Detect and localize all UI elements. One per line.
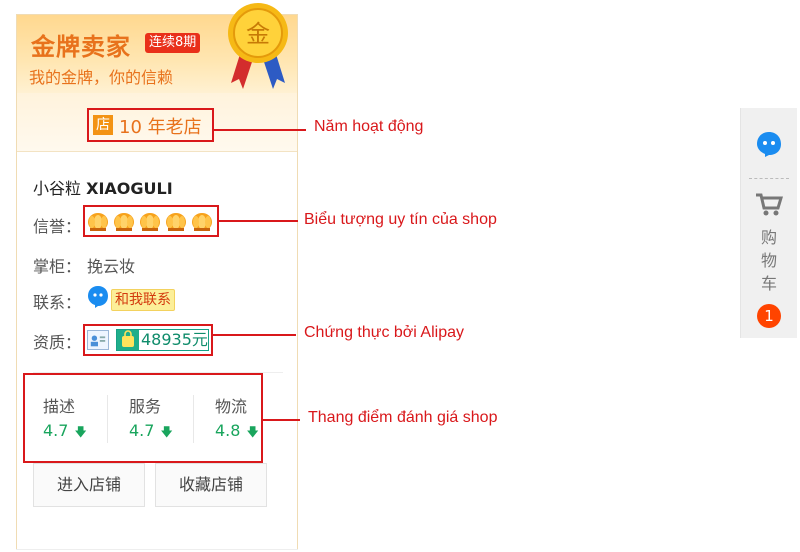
qualification-badges: 48935元 — [83, 324, 213, 356]
annotation-alipay: Chứng thực bởi Alipay — [304, 324, 464, 341]
store-icon: 店 — [93, 115, 113, 135]
cart-label[interactable]: 购 物 车 — [741, 226, 797, 295]
arrow-down-icon: 🡇 — [74, 425, 87, 439]
chat-bubble-icon[interactable] — [755, 130, 783, 158]
gold-medal-icon: 金 — [228, 3, 288, 89]
annotation-line — [212, 334, 296, 336]
rating-name: 描述 — [43, 397, 76, 416]
reputation-label: 信誉： — [33, 217, 82, 236]
crown-icon — [192, 213, 212, 231]
shop-ratings: 描述 4.7 🡇 服务 4.7 🡇 物流 4.8 🡇 — [23, 373, 263, 463]
divider — [193, 395, 194, 443]
favorite-store-button[interactable]: 收藏店铺 — [155, 463, 267, 507]
divider — [749, 178, 789, 179]
shopping-cart-icon[interactable] — [755, 192, 783, 216]
rating-service[interactable]: 服务 4.7 🡇 — [129, 393, 189, 444]
cart-count-badge: 1 — [757, 304, 781, 328]
gold-seller-subtitle: 我的金牌，你的信赖 — [29, 68, 174, 87]
rating-value: 4.7 — [43, 421, 69, 440]
qualification-label: 资质： — [33, 333, 82, 352]
contact-label: 联系： — [33, 293, 82, 312]
reputation-crowns[interactable] — [83, 205, 219, 237]
alipay-amount: 48935元 — [141, 330, 208, 349]
owner-label: 掌柜： — [33, 257, 82, 276]
annotation-years: Năm hoạt động — [314, 118, 424, 135]
arrow-down-icon: 🡇 — [246, 425, 259, 439]
annotation-line — [218, 220, 298, 222]
alipay-guarantee-badge[interactable]: 48935元 — [116, 329, 209, 351]
owner-name: 挽云妆 — [87, 257, 136, 276]
annotation-line — [262, 419, 300, 421]
rating-name: 物流 — [215, 397, 248, 416]
rating-value: 4.7 — [129, 421, 155, 440]
crown-icon — [88, 213, 108, 231]
divider — [16, 549, 298, 550]
crown-icon — [166, 213, 186, 231]
cart-label-char: 购 — [760, 228, 777, 247]
shop-name-en: XIAOGULI — [86, 179, 173, 198]
gold-seller-banner: 金牌卖家 连续8期 我的金牌，你的信赖 金 — [17, 3, 297, 93]
chat-bubble-icon[interactable] — [87, 285, 109, 309]
shop-age-row: 店 10 年老店 — [17, 93, 297, 152]
id-verified-icon[interactable] — [87, 330, 109, 350]
crown-icon — [114, 213, 134, 231]
alipay-bag-icon — [117, 330, 139, 350]
cart-label-char: 车 — [760, 274, 777, 293]
rating-value: 4.8 — [215, 421, 241, 440]
shop-age-text: 10 年老店 — [119, 117, 202, 138]
medal-char: 金 — [246, 20, 270, 48]
annotation-reputation: Biểu tượng uy tín của shop — [304, 211, 497, 228]
arrow-down-icon: 🡇 — [160, 425, 173, 439]
shop-name-cn: 小谷粒 — [33, 179, 82, 198]
right-toolbar: 购 物 车 1 — [740, 108, 797, 338]
cart-label-char: 物 — [760, 251, 777, 270]
rating-name: 服务 — [129, 397, 162, 416]
divider — [107, 395, 108, 443]
shop-name[interactable]: 小谷粒 XIAOGULI — [33, 175, 173, 199]
streak-badge: 连续8期 — [145, 33, 201, 53]
shop-age-highlight: 店 10 年老店 — [87, 108, 214, 142]
shop-card: 金牌卖家 连续8期 我的金牌，你的信赖 金 店 10 年老店 小谷粒 XIAOG… — [16, 3, 298, 550]
crown-icon — [140, 213, 160, 231]
annotation-ratings: Thang điểm đánh giá shop — [308, 409, 498, 426]
gold-seller-title: 金牌卖家 — [31, 33, 131, 61]
rating-description[interactable]: 描述 4.7 🡇 — [43, 393, 103, 444]
enter-store-button[interactable]: 进入店铺 — [33, 463, 145, 507]
contact-me-button[interactable]: 和我联系 — [111, 289, 175, 311]
annotation-line — [214, 129, 306, 131]
